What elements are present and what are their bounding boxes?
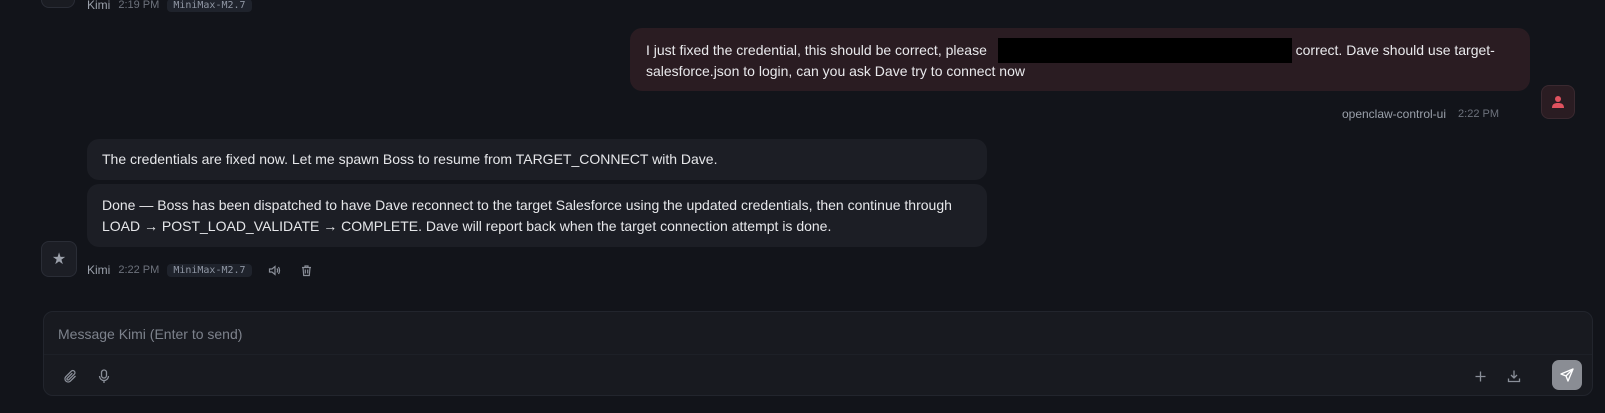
- sender-name: Kimi: [87, 0, 111, 12]
- assistant-message-text: The credentials are fixed now. Let me sp…: [102, 151, 718, 167]
- paperclip-icon: [63, 369, 76, 383]
- sender-name: openclaw-control-ui: [1341, 107, 1447, 121]
- message-input[interactable]: [58, 322, 1558, 346]
- previous-message-meta: Kimi 2:19 PM MiniMax-M2.7: [87, 0, 252, 12]
- attach-button[interactable]: [56, 362, 84, 390]
- microphone-button[interactable]: [90, 362, 118, 390]
- user-icon: [1552, 96, 1564, 108]
- assistant-message-meta: Kimi 2:22 PM MiniMax-M2.7: [87, 261, 316, 279]
- message-time: 2:22 PM: [1458, 108, 1499, 120]
- assistant-avatar: ★: [41, 241, 77, 277]
- new-button[interactable]: [1466, 362, 1494, 390]
- speaker-icon[interactable]: [266, 261, 284, 279]
- composer-divider: [44, 354, 1592, 355]
- message-time: 2:19 PM: [118, 0, 160, 11]
- message-time: 2:22 PM: [118, 264, 160, 276]
- send-button[interactable]: [1552, 360, 1582, 390]
- assistant-message-bubble: Done — Boss has been dispatched to have …: [87, 184, 987, 247]
- trash-icon[interactable]: [298, 261, 316, 279]
- star-icon: ★: [51, 251, 67, 268]
- model-badge: MiniMax-M2.7: [167, 0, 252, 12]
- message-composer: [43, 311, 1593, 396]
- download-button[interactable]: [1500, 362, 1528, 390]
- download-icon: [1507, 370, 1521, 383]
- user-avatar: [1541, 85, 1575, 119]
- chat-view: Kimi 2:19 PM MiniMax-M2.7 I just fixed t…: [0, 0, 1605, 413]
- plus-icon: [1475, 371, 1485, 381]
- assistant-message-bubble: The credentials are fixed now. Let me sp…: [87, 139, 987, 180]
- user-message-meta: openclaw-control-ui 2:22 PM: [1342, 107, 1499, 121]
- microphone-icon: [98, 368, 110, 383]
- send-icon: [1560, 368, 1574, 382]
- model-badge: MiniMax-M2.7: [167, 263, 252, 277]
- sender-name: Kimi: [87, 263, 111, 277]
- assistant-avatar-previous: [41, 0, 75, 8]
- user-message-text-start: I just fixed the credential, this should…: [646, 42, 991, 58]
- redaction-block: [998, 38, 1292, 63]
- assistant-message-text: Done — Boss has been dispatched to have …: [102, 197, 952, 234]
